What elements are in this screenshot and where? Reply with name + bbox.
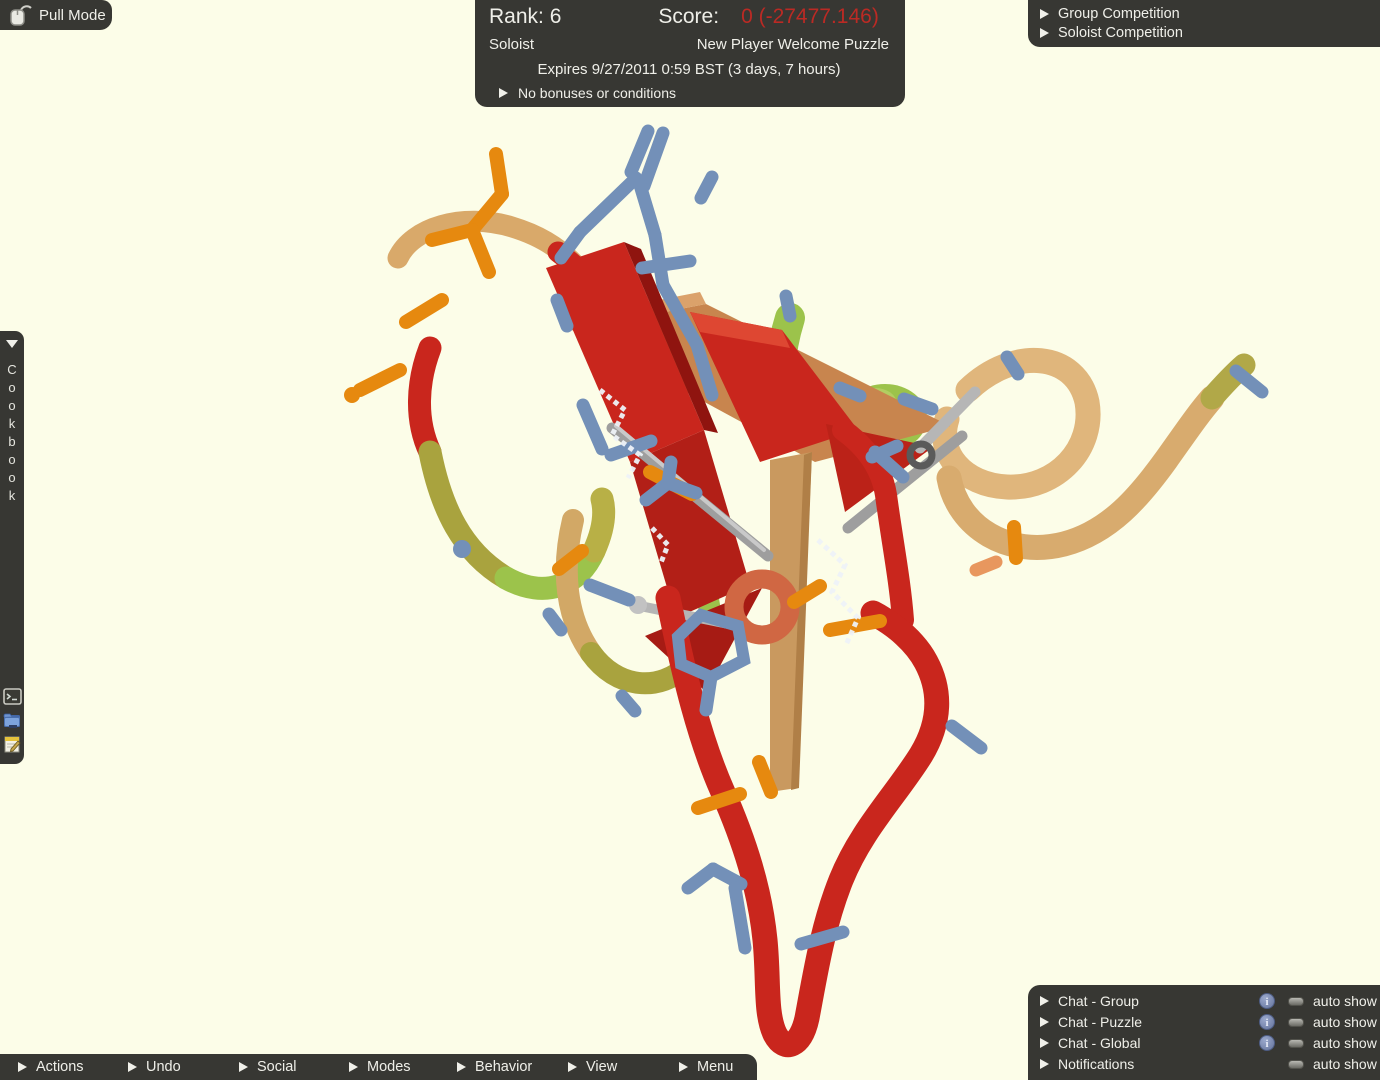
expand-arrow-icon[interactable] [1040, 1017, 1049, 1027]
protein-viewport[interactable] [0, 0, 1380, 1080]
auto-show-toggle[interactable] [1288, 997, 1304, 1006]
pull-mode-button[interactable]: Pull Mode [0, 0, 112, 30]
auto-show-label: auto show [1313, 993, 1380, 1009]
menu-actions[interactable]: Actions [18, 1054, 84, 1080]
menu-view[interactable]: View [568, 1054, 617, 1080]
soloist-competition-expander[interactable]: Soloist Competition [1028, 25, 1380, 41]
expand-arrow-icon [1040, 9, 1049, 19]
menu-menu[interactable]: Menu [679, 1054, 733, 1080]
score-value: 0 (-27477.146) [741, 5, 879, 29]
foldit-screen: { "app": { "background_color": "#fcfde8"… [0, 0, 1380, 1080]
expand-arrow-icon [1040, 28, 1049, 38]
expand-arrow-icon [239, 1062, 248, 1072]
soloist-label: Soloist [489, 36, 534, 53]
auto-show-label: auto show [1313, 1056, 1380, 1072]
notifications-row: Notifications auto show [1028, 1056, 1380, 1072]
score-panel: Rank: 6 Score: 0 (-27477.146) Soloist Ne… [475, 0, 905, 107]
menu-modes[interactable]: Modes [349, 1054, 411, 1080]
auto-show-toggle[interactable] [1288, 1060, 1304, 1069]
auto-show-label: auto show [1313, 1035, 1380, 1051]
menu-behavior[interactable]: Behavior [457, 1054, 532, 1080]
expand-arrow-icon [568, 1062, 577, 1072]
mouse-icon [8, 3, 32, 27]
chat-panel: Chat - Group i auto show Chat - Puzzle i… [1028, 985, 1380, 1080]
expand-arrow-icon[interactable] [1040, 1038, 1049, 1048]
chat-global-label: Chat - Global [1058, 1035, 1259, 1051]
notifications-label: Notifications [1058, 1056, 1259, 1072]
bonuses-expander[interactable]: No bonuses or conditions [489, 85, 889, 103]
puzzle-name: New Player Welcome Puzzle [697, 36, 889, 53]
score-row: Rank: 6 Score: 0 (-27477.146) [489, 5, 889, 29]
pull-mode-label: Pull Mode [39, 7, 106, 24]
expand-arrow-icon [128, 1062, 137, 1072]
bonuses-label: No bonuses or conditions [518, 85, 676, 101]
expand-arrow-icon [679, 1062, 688, 1072]
recipes-folder-icon[interactable] [3, 711, 22, 730]
chat-group-row: Chat - Group i auto show [1028, 993, 1380, 1009]
rank-value: Rank: 6 [489, 5, 561, 29]
menu-undo-label: Undo [146, 1059, 181, 1075]
menu-undo[interactable]: Undo [128, 1054, 181, 1080]
expand-arrow-icon [18, 1062, 27, 1072]
expand-arrow-icon [499, 88, 508, 98]
menu-actions-label: Actions [36, 1059, 84, 1075]
chat-puzzle-row: Chat - Puzzle i auto show [1028, 1014, 1380, 1030]
expand-arrow-icon[interactable] [1040, 1059, 1049, 1069]
auto-show-label: auto show [1313, 1014, 1380, 1030]
chat-global-row: Chat - Global i auto show [1028, 1035, 1380, 1051]
auto-show-toggle[interactable] [1288, 1039, 1304, 1048]
cookbook-tab[interactable]: Cookbook [0, 331, 24, 764]
notepad-edit-icon[interactable] [3, 735, 22, 754]
menu-social-label: Social [257, 1059, 297, 1075]
expand-arrow-icon [457, 1062, 466, 1072]
competitions-panel: Group Competition Soloist Competition [1028, 0, 1380, 47]
info-icon[interactable]: i [1259, 993, 1275, 1009]
menu-social[interactable]: Social [239, 1054, 297, 1080]
cookbook-label: Cookbook [5, 362, 20, 506]
collapse-arrow-icon[interactable] [6, 340, 18, 348]
puzzle-row: Soloist New Player Welcome Puzzle [489, 36, 889, 53]
info-icon[interactable]: i [1259, 1035, 1275, 1051]
score-label: Score: [658, 5, 719, 29]
main-menu-bar: Actions Undo Social Modes Behavior View … [0, 1054, 757, 1080]
auto-show-toggle[interactable] [1288, 1018, 1304, 1027]
expand-arrow-icon[interactable] [1040, 996, 1049, 1006]
chat-puzzle-label: Chat - Puzzle [1058, 1014, 1259, 1030]
group-competition-label: Group Competition [1058, 6, 1180, 22]
group-competition-expander[interactable]: Group Competition [1028, 6, 1380, 22]
menu-behavior-label: Behavior [475, 1059, 532, 1075]
chat-group-label: Chat - Group [1058, 993, 1259, 1009]
cookbook-icons [3, 687, 22, 754]
expires-label: Expires 9/27/2011 0:59 BST (3 days, 7 ho… [489, 61, 889, 78]
menu-menu-label: Menu [697, 1059, 733, 1075]
script-terminal-icon[interactable] [3, 687, 22, 706]
info-icon[interactable]: i [1259, 1014, 1275, 1030]
soloist-competition-label: Soloist Competition [1058, 25, 1183, 41]
protein-helix-coil[interactable] [945, 360, 1244, 547]
menu-view-label: View [586, 1059, 617, 1075]
expand-arrow-icon [349, 1062, 358, 1072]
menu-modes-label: Modes [367, 1059, 411, 1075]
